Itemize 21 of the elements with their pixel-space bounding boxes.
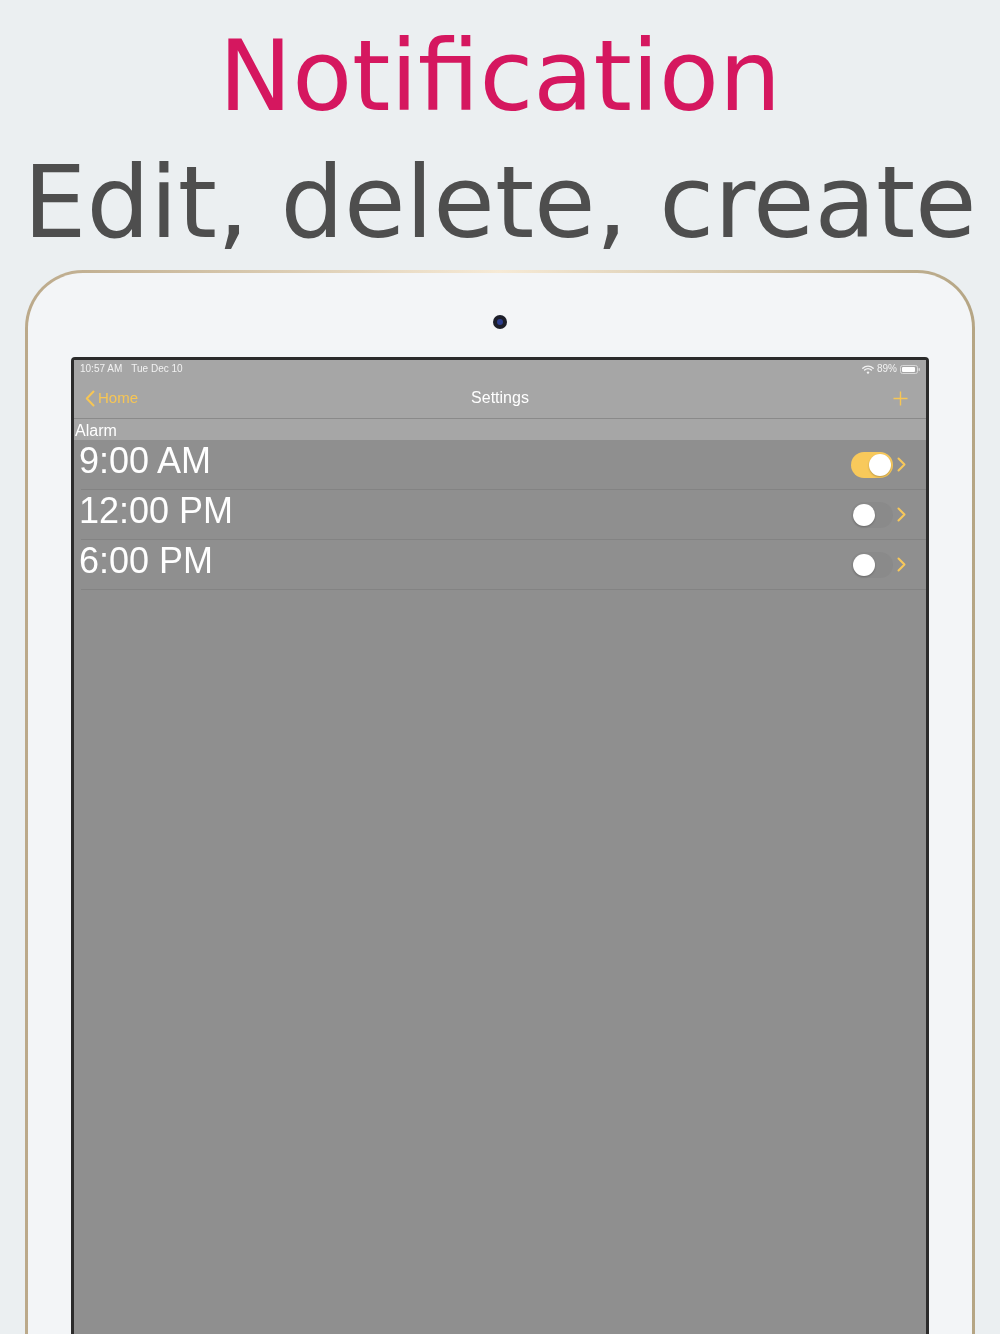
plus-icon xyxy=(892,390,908,406)
camera-icon xyxy=(493,315,507,329)
status-time: 10:57 AM xyxy=(80,363,123,375)
chevron-right-icon xyxy=(897,557,906,572)
section-header: Alarm xyxy=(74,419,926,440)
headline-title: Notification xyxy=(218,27,782,125)
headline-subtitle: Edit, delete, create xyxy=(23,153,977,253)
alarm-time: 12:00 PM xyxy=(79,492,235,529)
alarm-time: 6:00 PM xyxy=(79,542,215,579)
wifi-icon xyxy=(862,364,874,374)
nav-title: Settings xyxy=(471,388,529,408)
alarm-time: 9:00 AM xyxy=(79,442,213,479)
toggle-switch[interactable] xyxy=(851,451,893,478)
chevron-right-icon xyxy=(897,457,906,472)
status-date: Tue Dec 10 xyxy=(131,363,183,375)
chevron-left-icon xyxy=(85,389,95,407)
battery-icon xyxy=(900,364,920,374)
chevron-right-icon xyxy=(897,507,906,522)
toggle-switch[interactable] xyxy=(851,501,893,528)
toggle-switch[interactable] xyxy=(851,551,893,578)
battery-percent: 89% xyxy=(877,363,897,375)
